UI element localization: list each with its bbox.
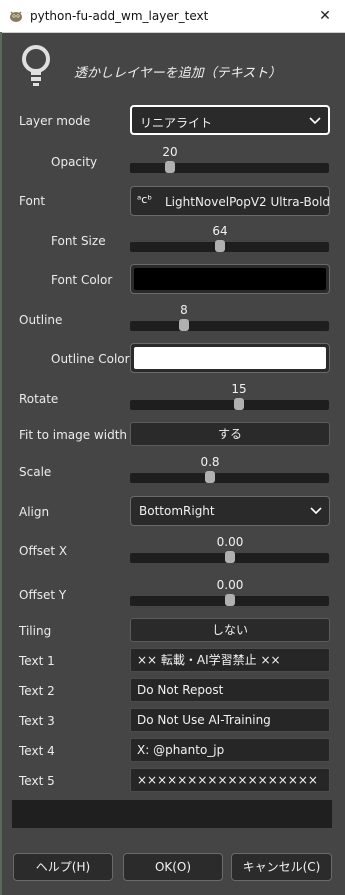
text5-input[interactable]: ××××××××××××××××××: [130, 768, 330, 792]
text1-input[interactable]: ×× 転載・AI学習禁止 ××: [130, 648, 330, 672]
fit-width-label: Fit to image width: [19, 428, 128, 442]
font-color-label: Font Color: [51, 273, 113, 287]
rotate-slider[interactable]: 15: [130, 382, 330, 412]
outline-color-button[interactable]: [130, 343, 330, 373]
font-picker-button[interactable]: ᵃcᵇ LightNovelPopV2 Ultra-Bold: [130, 186, 330, 216]
slider-track: [130, 242, 329, 252]
text3-label: Text 3: [19, 714, 55, 728]
layer-mode-dropdown[interactable]: リニアライト: [130, 105, 330, 135]
offset-x-value: 0.00: [216, 535, 244, 549]
ok-button[interactable]: OK(O): [123, 853, 223, 881]
gimp-app-icon: [10, 11, 22, 22]
help-button[interactable]: ヘルプ(H): [13, 853, 113, 881]
chevron-down-icon: [309, 117, 321, 125]
text2-label: Text 2: [19, 684, 55, 698]
text4-input[interactable]: X: @phanto_jp: [130, 738, 330, 762]
outline-color-swatch: [134, 347, 326, 369]
slider-knob[interactable]: [225, 551, 235, 563]
dialog-heading: 透かしレイヤーを追加（テキスト）: [74, 66, 282, 81]
offset-y-value: 0.00: [216, 578, 244, 592]
font-icon: ᵃcᵇ: [137, 193, 153, 206]
tiling-label: Tiling: [19, 624, 52, 638]
scale-label: Scale: [19, 465, 52, 479]
rotate-value: 15: [231, 382, 247, 396]
rotate-label: Rotate: [19, 392, 59, 406]
slider-knob[interactable]: [205, 471, 215, 483]
opacity-label: Opacity: [51, 155, 98, 169]
scale-slider[interactable]: 0.8: [130, 455, 330, 485]
close-button[interactable]: ✕: [305, 0, 345, 32]
title-bar: python-fu-add_wm_layer_text ✕: [0, 0, 345, 33]
align-value: BottomRight: [139, 504, 215, 518]
offset-x-slider[interactable]: 0.00: [130, 535, 330, 565]
text2-input[interactable]: Do Not Repost: [130, 678, 330, 702]
text1-label: Text 1: [19, 654, 55, 668]
slider-knob[interactable]: [179, 319, 189, 331]
text3-input[interactable]: Do Not Use AI-Training: [130, 708, 330, 732]
font-size-label: Font Size: [51, 234, 106, 248]
text5-label: Text 5: [19, 774, 55, 788]
lightbulb-icon: [22, 45, 50, 86]
align-label: Align: [19, 505, 50, 519]
slider-track: [130, 321, 329, 331]
offset-x-label: Offset X: [19, 544, 68, 558]
opacity-value: 20: [162, 145, 178, 159]
outline-slider[interactable]: 8: [130, 303, 330, 333]
progress-bar: [12, 800, 332, 828]
opacity-slider[interactable]: 20: [130, 145, 330, 175]
font-name: LightNovelPopV2 Ultra-Bold: [165, 195, 331, 209]
offset-y-slider[interactable]: 0.00: [130, 578, 330, 608]
slider-knob[interactable]: [215, 240, 225, 252]
offset-y-label: Offset Y: [19, 588, 67, 602]
slider-track: [130, 473, 329, 483]
font-label: Font: [19, 194, 46, 208]
window-title: python-fu-add_wm_layer_text: [30, 9, 209, 23]
tiling-toggle[interactable]: しない: [130, 618, 330, 642]
slider-track: [130, 400, 329, 410]
outline-label: Outline: [19, 313, 63, 327]
font-size-slider[interactable]: 64: [130, 224, 330, 254]
slider-knob[interactable]: [165, 161, 175, 173]
slider-knob[interactable]: [225, 594, 235, 606]
font-color-swatch: [134, 268, 326, 290]
layer-mode-value: リニアライト: [140, 116, 213, 130]
window-edge: [0, 32, 2, 895]
font-color-button[interactable]: [130, 264, 330, 294]
outline-color-label: Outline Color: [51, 352, 130, 366]
layer-mode-label: Layer mode: [19, 114, 91, 128]
cancel-button[interactable]: キャンセル(C): [231, 853, 332, 881]
align-dropdown[interactable]: BottomRight: [130, 496, 330, 526]
text4-label: Text 4: [19, 744, 55, 758]
slider-knob[interactable]: [234, 398, 244, 410]
chevron-down-icon: [310, 507, 322, 515]
fit-width-toggle[interactable]: する: [130, 422, 330, 446]
font-size-value: 64: [212, 224, 228, 238]
slider-track: [130, 163, 329, 173]
outline-value: 8: [180, 303, 188, 317]
scale-value: 0.8: [200, 455, 220, 469]
